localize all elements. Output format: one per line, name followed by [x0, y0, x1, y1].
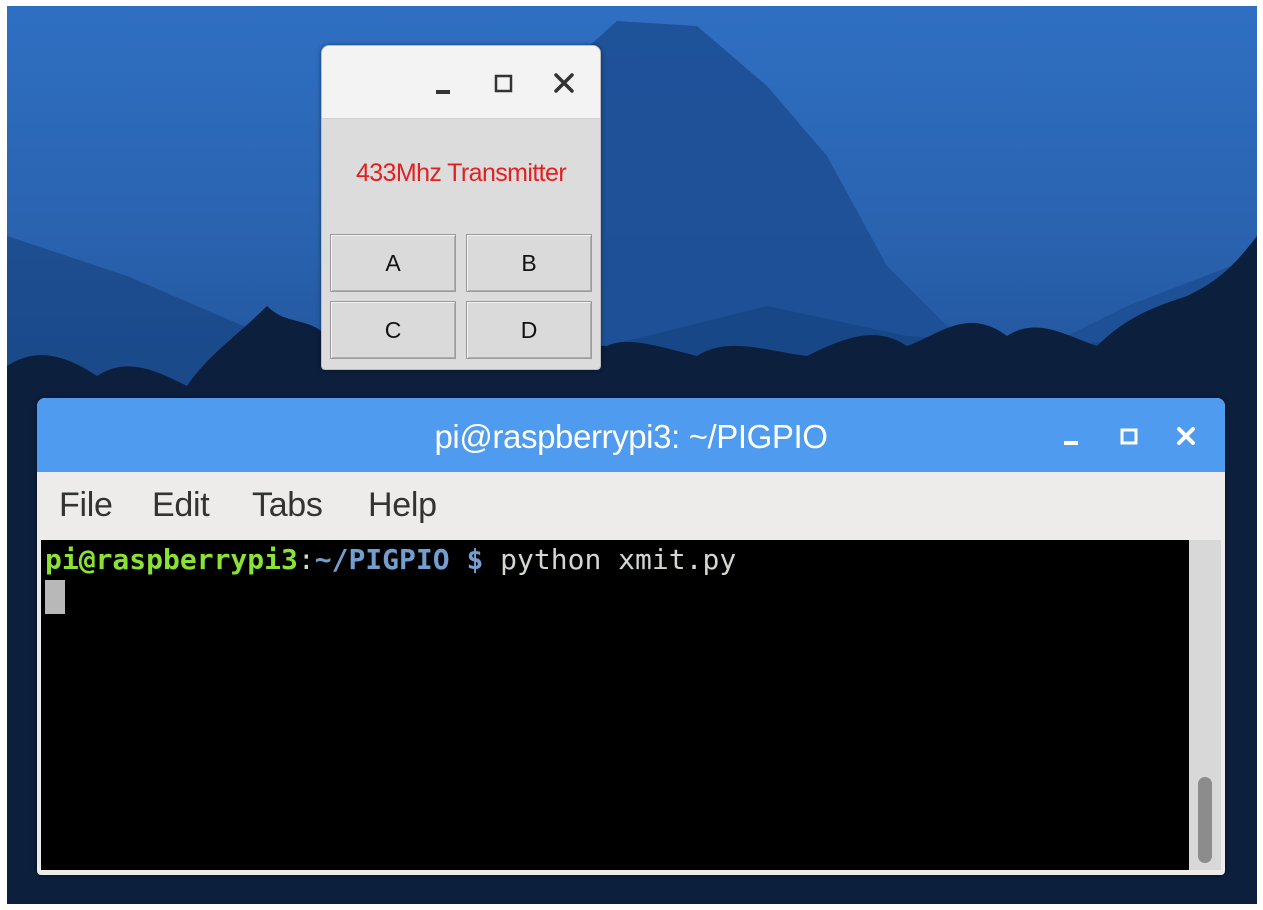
- minimize-icon[interactable]: [1055, 420, 1087, 452]
- menu-bar: File Edit Tabs Help: [37, 472, 1225, 540]
- menu-tabs[interactable]: Tabs: [252, 486, 323, 525]
- scrollbar[interactable]: [1189, 540, 1221, 870]
- maximize-icon[interactable]: [488, 68, 518, 98]
- transmitter-window: 433Mhz Transmitter A B C D: [321, 45, 601, 370]
- terminal-window: pi@raspberrypi3: ~/PIGPIO File Edit Tabs…: [37, 398, 1225, 875]
- menu-help[interactable]: Help: [368, 486, 437, 525]
- terminal-output[interactable]: pi@raspberrypi3:~/PIGPIO $ python xmit.p…: [41, 540, 1189, 870]
- scrollbar-thumb[interactable]: [1198, 777, 1212, 863]
- prompt-user-host: pi@raspberrypi3: [45, 543, 298, 576]
- minimize-icon[interactable]: [428, 68, 458, 98]
- menu-edit[interactable]: Edit: [152, 486, 210, 525]
- prompt-path: ~/PIGPIO $: [314, 543, 484, 576]
- button-d[interactable]: D: [466, 301, 592, 359]
- close-icon[interactable]: [1170, 420, 1202, 452]
- transmitter-label: 433Mhz Transmitter: [355, 159, 567, 187]
- maximize-icon[interactable]: [1113, 420, 1145, 452]
- menu-file[interactable]: File: [59, 486, 113, 525]
- prompt-colon: :: [297, 543, 315, 576]
- terminal-titlebar[interactable]: pi@raspberrypi3: ~/PIGPIO: [37, 398, 1225, 472]
- prompt-line: pi@raspberrypi3:~/PIGPIO $ python xmit.p…: [45, 542, 736, 578]
- button-b[interactable]: B: [466, 234, 592, 292]
- button-c[interactable]: C: [330, 301, 456, 359]
- text-cursor: [45, 580, 65, 614]
- prompt-command: python xmit.py: [483, 543, 737, 576]
- terminal-title: pi@raspberrypi3: ~/PIGPIO: [434, 418, 828, 455]
- button-a[interactable]: A: [330, 234, 456, 292]
- transmitter-titlebar[interactable]: [322, 46, 600, 119]
- close-icon[interactable]: [549, 68, 579, 98]
